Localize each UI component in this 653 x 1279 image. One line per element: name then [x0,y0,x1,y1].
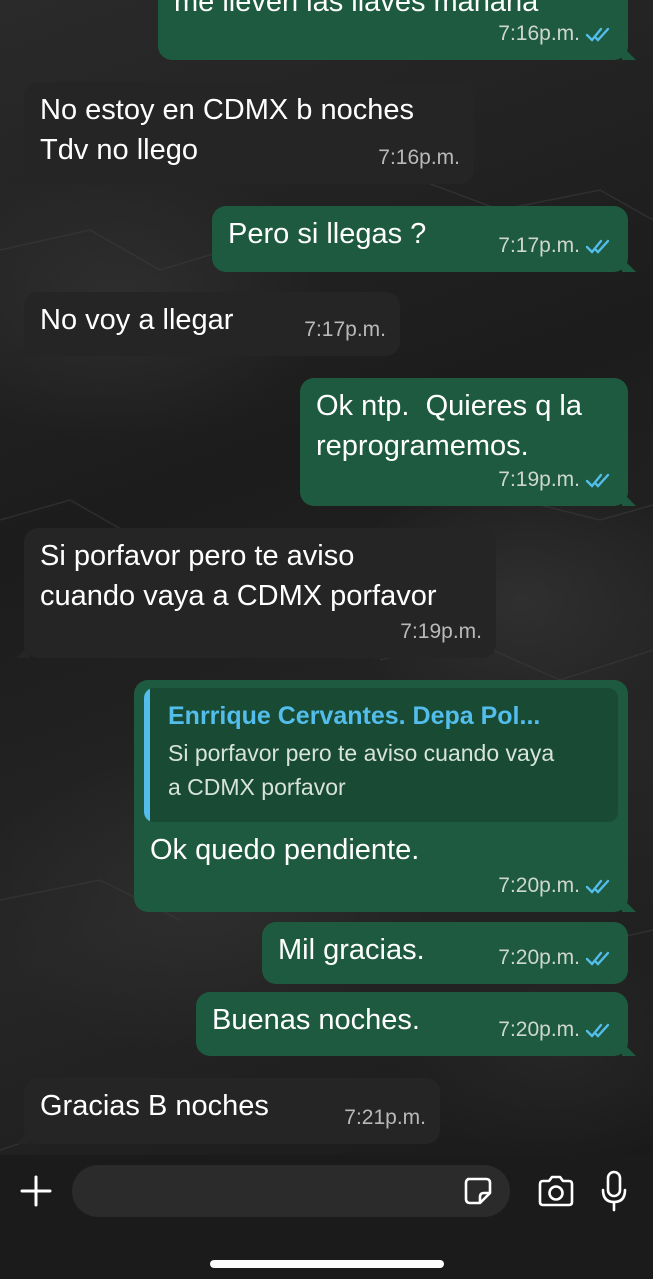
message-bubble-incoming[interactable]: Gracias B noches 7:21p.m. [16,1078,440,1144]
message-bubble-outgoing[interactable]: me lleven las llaves mañana 7:16p.m. [158,0,636,60]
message-time: 7:20p.m. [498,874,580,897]
message-bubble-outgoing[interactable]: Ok ntp. Quieres q la reprogramemos. 7:19… [300,378,636,506]
message-bubble-incoming[interactable]: No estoy en CDMX b noches Tdv no llego 7… [16,82,474,184]
camera-icon[interactable] [534,1171,578,1211]
home-indicator[interactable] [210,1260,444,1268]
read-receipt-icon [585,951,610,966]
read-receipt-icon [585,473,610,488]
message-time: 7:17p.m. [498,234,580,257]
message-bubble-outgoing[interactable]: Mil gracias. 7:20p.m. [262,922,628,984]
message-bubble-outgoing-reply[interactable]: Enrrique Cervantes. Depa Pol... Si porfa… [134,680,636,912]
message-time: 7:19p.m. [498,468,580,491]
message-bubble-outgoing[interactable]: Buenas noches. 7:20p.m. [196,992,636,1056]
message-bubble-incoming[interactable]: No voy a llegar 7:17p.m. [16,292,400,356]
message-time: 7:21p.m. [344,1106,426,1129]
message-meta: 7:20p.m. [498,938,614,978]
message-time: 7:20p.m. [498,946,580,969]
quoted-author: Enrrique Cervantes. Depa Pol... [168,702,541,730]
message-meta: 7:20p.m. [498,1010,614,1050]
read-receipt-icon [585,879,610,894]
message-meta: 7:21p.m. [344,1098,426,1138]
chat-background: me lleven las llaves mañana 7:16p.m. No … [0,0,653,1155]
message-bubble-incoming[interactable]: Si porfavor pero te aviso cuando vaya a … [16,528,496,658]
message-meta: 7:19p.m. [498,460,614,500]
message-time: 7:16p.m. [378,146,460,169]
message-meta: 7:20p.m. [498,866,614,906]
read-receipt-icon [585,27,610,42]
message-time: 7:17p.m. [304,318,386,341]
quoted-text: Si porfavor pero te aviso cuando vaya a … [168,740,555,800]
message-meta: 7:19p.m. [400,612,482,652]
message-time: 7:16p.m. [498,22,580,45]
microphone-icon[interactable] [596,1169,632,1213]
message-meta: 7:16p.m. [378,138,460,178]
read-receipt-icon [585,239,610,254]
message-text: Ok quedo pendiente. [150,834,420,866]
message-text: Si porfavor pero te aviso cuando vaya a … [40,540,437,612]
sticker-icon[interactable] [458,1171,498,1211]
message-text: Ok ntp. Quieres q la reprogramemos. [316,390,582,462]
message-time: 7:19p.m. [400,620,482,643]
message-time: 7:20p.m. [498,1018,580,1041]
read-receipt-icon [585,1023,610,1038]
message-input[interactable] [72,1165,510,1217]
message-bubble-outgoing[interactable]: Pero si llegas ? 7:17p.m. [212,206,636,272]
message-meta: 7:16p.m. [498,14,614,54]
message-meta: 7:17p.m. [304,310,386,350]
quoted-message[interactable]: Enrrique Cervantes. Depa Pol... Si porfa… [144,688,618,822]
message-meta: 7:17p.m. [498,226,614,266]
plus-icon[interactable] [16,1171,56,1211]
